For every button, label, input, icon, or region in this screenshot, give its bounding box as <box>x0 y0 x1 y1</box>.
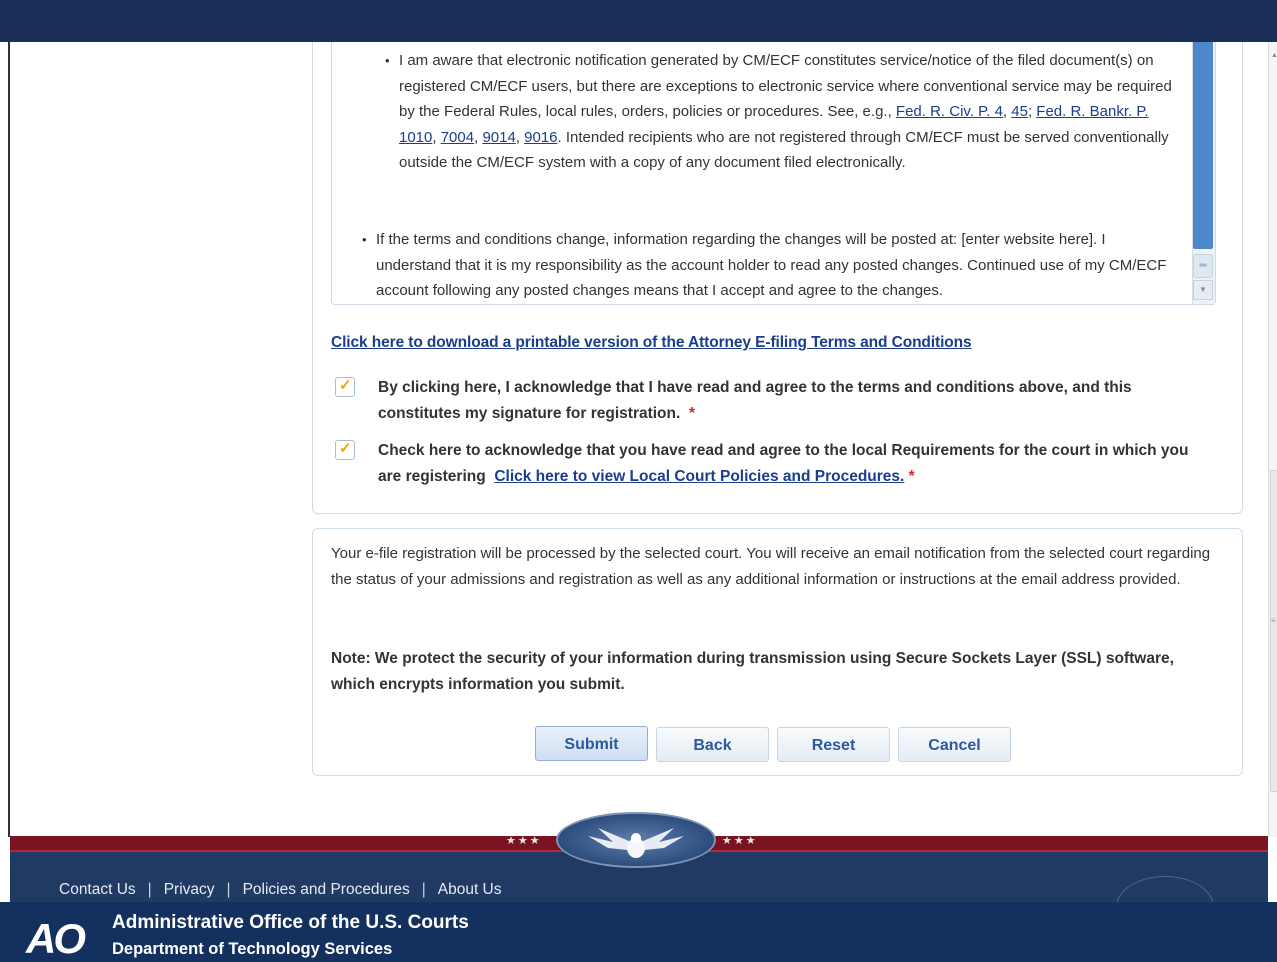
terms-scroll-thumb[interactable] <box>1193 42 1213 249</box>
footer-separator: | <box>226 881 231 898</box>
footer-link-contact[interactable]: Contact Us <box>59 881 136 898</box>
ao-logo: AO <box>26 915 86 962</box>
footer-link-policies[interactable]: Policies and Procedures <box>243 881 410 898</box>
page-scroll-grip-icon: ≡ <box>1271 616 1276 625</box>
footer-link-privacy[interactable]: Privacy <box>164 881 215 898</box>
footer-separator: | <box>421 881 426 898</box>
link-9014[interactable]: 9014 <box>482 129 515 146</box>
scroll-down-arrow-icon[interactable]: ▼ <box>1193 280 1213 300</box>
link-fed-r-civ-p-4[interactable]: Fed. R. Civ. P. 4 <box>896 103 1003 120</box>
scroll-grip-icon[interactable]: ═ <box>1193 254 1213 278</box>
bullet-dot: • <box>385 53 390 68</box>
terms-bullet-changes: • If the terms and conditions change, in… <box>362 227 1176 304</box>
back-button[interactable]: Back <box>656 727 769 762</box>
link-45[interactable]: 45 <box>1011 103 1028 120</box>
page-scroll-thumb[interactable] <box>1270 470 1277 792</box>
local-court-policies-link[interactable]: Click here to view Local Court Policies … <box>494 468 904 485</box>
stars-left: ★★★ <box>506 835 542 847</box>
footer-separator: | <box>147 881 152 898</box>
checkmark-icon: ✓ <box>339 377 352 394</box>
processing-info-text: Your e-file registration will be process… <box>331 545 1211 588</box>
terms-bullet-service: • I am aware that electronic notificatio… <box>385 48 1179 176</box>
acknowledge-local-requirements-checkbox[interactable]: ✓ <box>335 440 355 460</box>
dept-name: Department of Technology Services <box>112 940 393 958</box>
footer-links: Contact Us | Privacy | Policies and Procedur… <box>59 881 502 899</box>
bullet-dot: • <box>362 232 367 247</box>
acknowledge-local-label: Check here to acknowledge that you have … <box>378 438 1208 489</box>
stars-right: ★★★ <box>722 835 758 847</box>
ack-terms-text: By clicking here, I acknowledge that I h… <box>378 379 1132 422</box>
submit-button[interactable]: Submit <box>535 726 648 761</box>
link-7004[interactable]: 7004 <box>441 129 474 146</box>
terms-bullet-text: If the terms and conditions change, info… <box>376 231 1167 300</box>
page-scroll-up-icon[interactable]: ▲ <box>1271 52 1277 59</box>
cancel-button[interactable]: Cancel <box>898 727 1011 762</box>
required-asterisk: * <box>688 404 695 422</box>
download-terms-link[interactable]: Click here to download a printable versi… <box>331 334 972 352</box>
link-9016[interactable]: 9016 <box>524 129 557 146</box>
ssl-note-text: Note: We protect the security of your in… <box>331 650 1174 693</box>
reset-button[interactable]: Reset <box>777 727 890 762</box>
checkmark-icon: ✓ <box>339 440 352 457</box>
org-name: Administrative Office of the U.S. Courts <box>112 912 469 933</box>
left-border <box>8 42 10 837</box>
acknowledge-terms-label: By clicking here, I acknowledge that I h… <box>378 375 1208 426</box>
top-header-bar <box>0 0 1277 42</box>
footer-link-about[interactable]: About Us <box>438 881 502 898</box>
terms-scroll-box[interactable]: • I am aware that electronic notificatio… <box>331 42 1216 305</box>
acknowledge-terms-checkbox[interactable]: ✓ <box>335 377 355 397</box>
eagle-emblem-icon <box>556 812 716 868</box>
required-asterisk: * <box>908 467 915 485</box>
